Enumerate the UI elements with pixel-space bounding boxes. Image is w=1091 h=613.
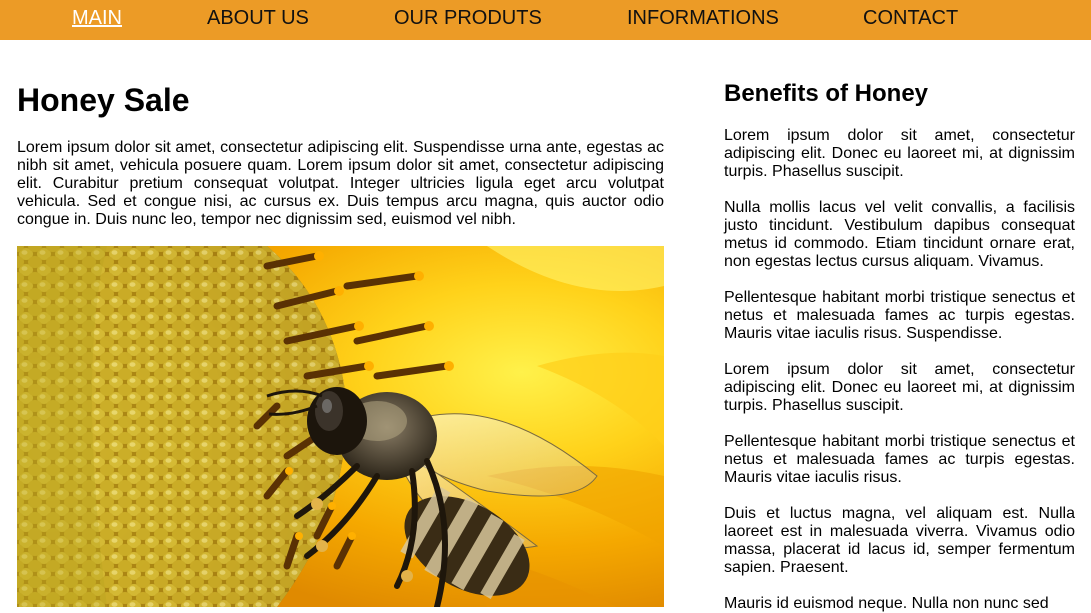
intro-paragraph: Lorem ipsum dolor sit amet, consectetur … [17,139,664,228]
nav-link-our-products[interactable]: OUR PRODUTS [394,7,542,29]
nav-link-contact[interactable]: CONTACT [863,7,958,29]
nav-link-informations[interactable]: INFORMATIONS [627,7,779,29]
sidebar: Benefits of Honey Lorem ipsum dolor sit … [724,40,1075,613]
bee-on-sunflower-image [17,246,664,607]
page-title: Honey Sale [17,82,190,118]
top-navigation-bar: MAIN ABOUT US OUR PRODUTS INFORMATIONS C… [0,0,1091,40]
sidebar-paragraph: Pellentesque habitant morbi tristique se… [724,289,1075,342]
sidebar-paragraph: Lorem ipsum dolor sit amet, consectetur … [724,127,1075,180]
nav-link-main[interactable]: MAIN [72,7,122,29]
sidebar-paragraph: Nulla mollis lacus vel velit convallis, … [724,199,1075,270]
main-content: Honey Sale Lorem ipsum dolor sit amet, c… [17,40,664,229]
sidebar-paragraph: Duis et luctus magna, vel aliquam est. N… [724,505,1075,576]
sidebar-paragraph: Pellentesque habitant morbi tristique se… [724,433,1075,486]
nav-link-about-us[interactable]: ABOUT US [207,7,309,29]
sidebar-paragraph: Mauris id euismod neque. Nulla non nunc … [724,595,1049,612]
sidebar-paragraph: Lorem ipsum dolor sit amet, consectetur … [724,361,1075,414]
sidebar-title: Benefits of Honey [724,80,929,107]
